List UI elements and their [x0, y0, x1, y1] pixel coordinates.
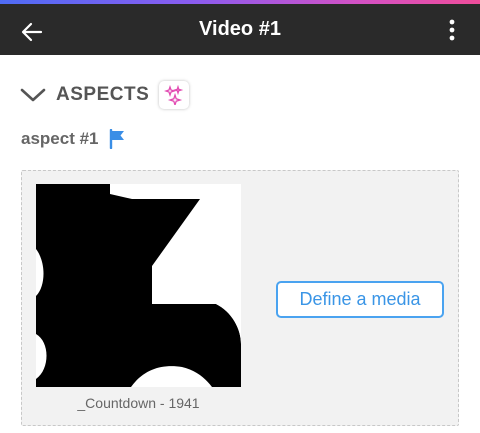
aspects-section-header: ASPECTS	[20, 80, 190, 110]
define-media-button[interactable]: Define a media	[276, 281, 444, 318]
app-header: Video #1	[0, 0, 480, 55]
media-thumbnail[interactable]	[36, 184, 241, 387]
more-options-button[interactable]	[444, 12, 460, 48]
arrow-left-icon	[21, 22, 43, 42]
section-title: ASPECTS	[56, 84, 150, 105]
more-vertical-icon	[449, 19, 455, 41]
accent-gradient-bar	[0, 0, 480, 4]
flag-icon	[109, 129, 124, 149]
media-dropzone: _Countdown - 1941 Define a media	[21, 170, 459, 426]
chevron-down-icon	[20, 88, 46, 102]
sparkle-icon	[164, 85, 184, 105]
aspect-label: aspect #1	[21, 129, 99, 148]
magic-suggest-button[interactable]	[159, 81, 190, 109]
page-title: Video #1	[199, 18, 281, 40]
back-button[interactable]	[14, 14, 50, 50]
countdown-thumbnail-image	[36, 184, 241, 387]
flag-button[interactable]	[109, 129, 127, 149]
collapse-toggle[interactable]	[20, 81, 48, 109]
media-caption: _Countdown - 1941	[77, 395, 200, 411]
aspect-item: aspect #1	[21, 127, 127, 151]
